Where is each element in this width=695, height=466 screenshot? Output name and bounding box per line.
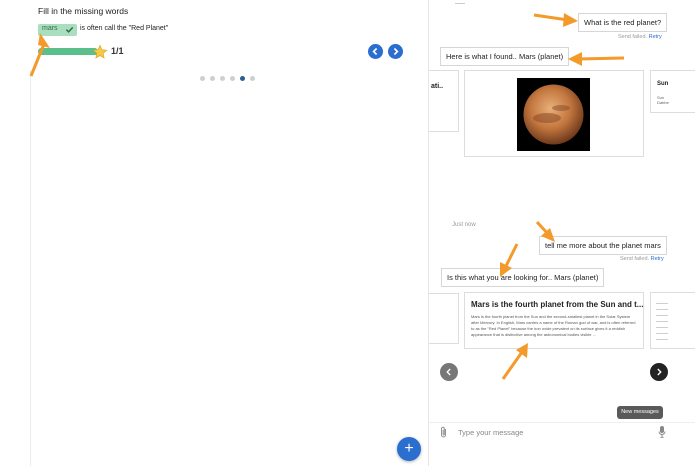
pagination-dot[interactable] xyxy=(200,76,205,81)
pane-edge-line xyxy=(30,70,31,466)
microphone-icon[interactable] xyxy=(658,425,666,439)
user-message-2: tell me more about the planet mars xyxy=(539,236,667,255)
chevron-left-icon xyxy=(446,368,451,376)
timestamp: Just now xyxy=(452,222,476,228)
send-failed-text: Send failed. xyxy=(620,256,650,262)
carousel-card-partial-right[interactable]: Sun Sun Dabbe xyxy=(650,70,695,113)
answer-chip[interactable]: mars xyxy=(38,24,77,36)
pagination-dot[interactable] xyxy=(240,76,245,81)
chevron-left-icon xyxy=(372,47,378,56)
retry-link[interactable]: Retry xyxy=(649,34,662,40)
pagination-dot[interactable] xyxy=(230,76,235,81)
check-icon xyxy=(65,26,74,33)
send-failed-text: Send failed. xyxy=(618,34,648,40)
card-right-title: Sun xyxy=(657,81,669,87)
progress-fill xyxy=(38,48,98,55)
pagination-dot[interactable] xyxy=(250,76,255,81)
add-button[interactable]: + xyxy=(397,437,421,461)
chevron-right-icon xyxy=(393,47,399,56)
carousel-prev-button[interactable] xyxy=(440,363,458,381)
mars-planet-image xyxy=(517,78,590,151)
message-input[interactable] xyxy=(458,425,648,439)
mars-info-card[interactable]: Mars is the fourth planet from the Sun a… xyxy=(464,292,644,349)
answer-text: mars xyxy=(42,25,58,32)
send-failed-status-1: Send failed. Retry xyxy=(618,34,662,40)
retry-link[interactable]: Retry xyxy=(651,256,664,262)
progress-bar xyxy=(38,48,98,55)
carousel-card-partial-right-2[interactable] xyxy=(650,292,695,349)
quiz-pane: Fill in the missing words mars is often … xyxy=(0,0,428,466)
carousel-next-button[interactable] xyxy=(650,363,668,381)
mars-planet-icon xyxy=(517,78,590,151)
send-failed-status-2: Send failed. Retry xyxy=(620,256,664,262)
card-body: Mars is the fourth planet from the Sun a… xyxy=(471,314,636,337)
card-title: Mars is the fourth planet from the Sun a… xyxy=(471,300,644,309)
score-text: 1/1 xyxy=(111,46,124,56)
pagination-dot[interactable] xyxy=(210,76,215,81)
faint-top-line xyxy=(455,3,465,4)
card-right-subtitle: Sun Dabbe xyxy=(657,95,669,105)
card-fragment-text: ati.. xyxy=(431,83,444,90)
carousel-card-partial-left[interactable]: ati.. xyxy=(429,70,459,132)
sentence-text: is often call the "Red Planet" xyxy=(80,25,169,32)
paperclip-icon[interactable] xyxy=(439,426,448,439)
carousel-card-partial-left-2[interactable] xyxy=(429,293,459,344)
card-text-lines xyxy=(656,303,668,343)
prev-question-button[interactable] xyxy=(368,44,383,59)
next-question-button[interactable] xyxy=(388,44,403,59)
pagination-dot[interactable] xyxy=(220,76,225,81)
star-icon xyxy=(92,44,108,59)
new-messages-button[interactable]: New messages xyxy=(617,406,663,419)
user-message-1: What is the red planet? xyxy=(578,13,668,32)
chevron-right-icon xyxy=(657,368,662,376)
quiz-title: Fill in the missing words xyxy=(38,6,129,16)
bot-message-1: Here is what I found.. Mars (planet) xyxy=(440,47,570,66)
bot-message-2: Is this what you are looking for.. Mars … xyxy=(441,268,605,287)
pagination-dots xyxy=(200,76,255,81)
